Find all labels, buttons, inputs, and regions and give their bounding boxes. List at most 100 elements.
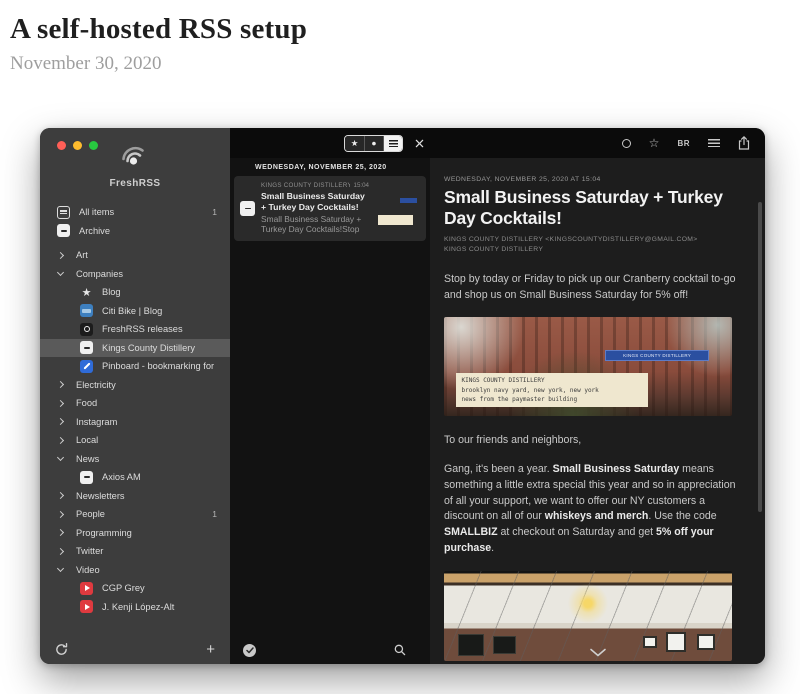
sidebar-item-label: All items: [79, 207, 203, 217]
chevron-right-icon: [57, 548, 64, 555]
feed-favicon: [80, 341, 93, 354]
window-controls: [57, 141, 98, 150]
share-button[interactable]: [738, 136, 750, 150]
chevron-right-icon: [57, 529, 64, 536]
page-date: November 30, 2020: [10, 53, 790, 75]
archive-icon: [57, 224, 70, 237]
sidebar-category-label: People: [76, 509, 203, 519]
freshrss-logo-icon: [118, 141, 152, 175]
sidebar-category-label: Programming: [76, 528, 217, 538]
building-sign: KINGS COUNTY DISTILLERY: [605, 350, 709, 362]
reader-view-button[interactable]: BR: [677, 139, 690, 148]
search-icon[interactable]: [394, 644, 406, 656]
zoom-traffic-light[interactable]: [89, 141, 98, 150]
sidebar-category-label: Electricity: [76, 380, 217, 390]
sidebar-bottom-bar: +: [40, 634, 230, 664]
sidebar-item-all-items[interactable]: All items 1: [40, 203, 230, 222]
caption-line: KINGS COUNTY DISTILLERY: [462, 376, 643, 385]
list-date-header: WEDNESDAY, NOVEMBER 25, 2020: [230, 158, 430, 176]
sidebar-category-label: Video: [76, 565, 217, 575]
top-toolbar: ★ ● ☆ BR: [230, 128, 765, 158]
close-filter-button[interactable]: [415, 139, 424, 148]
sidebar: FreshRSS All items 1 Archive Art: [40, 128, 230, 664]
sidebar-feed-kenji-lopez-alt[interactable]: J. Kenji López-Alt: [40, 598, 230, 617]
filter-controls: ★ ●: [230, 135, 430, 152]
sidebar-feed-kings-county-distillery[interactable]: Kings County Distillery: [40, 339, 230, 358]
add-subscription-button[interactable]: +: [206, 642, 215, 657]
sidebar-feed-axios-am[interactable]: Axios AM: [40, 468, 230, 487]
item-feed-name: KINGS COUNTY DISTILLERY: [261, 182, 350, 189]
sidebar-feed-pinboard[interactable]: Pinboard - bookmarking for introverts: [40, 357, 230, 376]
content-area: ★ ● ☆ BR: [230, 128, 765, 664]
item-title: Small Business Saturday + Turkey Day Coc…: [261, 191, 369, 213]
sidebar-feed-label: FreshRSS releases: [102, 324, 217, 334]
distillery-building-image[interactable]: KINGS COUNTY DISTILLERY KINGS COUNTY DIS…: [444, 317, 732, 416]
sidebar-category-label: Newsletters: [76, 491, 217, 501]
mark-all-read-button[interactable]: [243, 644, 256, 657]
sidebar-category-newsletters[interactable]: Newsletters: [40, 487, 230, 506]
minimize-traffic-light[interactable]: [73, 141, 82, 150]
sidebar-category-people[interactable]: People 1: [40, 505, 230, 524]
chevron-right-icon: [57, 511, 64, 518]
sidebar-category-label: Food: [76, 398, 217, 408]
unread-count: 1: [212, 509, 217, 519]
sidebar-category-art[interactable]: Art: [40, 246, 230, 265]
unread-filter-button[interactable]: ●: [364, 136, 383, 151]
next-article-chevron-button[interactable]: [589, 648, 607, 657]
starred-filter-button[interactable]: ★: [345, 136, 364, 151]
article-title: Small Business Saturday + Turkey Day Coc…: [444, 187, 750, 230]
sidebar-category-programming[interactable]: Programming: [40, 524, 230, 543]
chevron-right-icon: [57, 381, 64, 388]
text-segment: . Use the code: [648, 510, 716, 522]
sidebar-feed-blog[interactable]: ★ Blog: [40, 283, 230, 302]
sidebar-category-twitter[interactable]: Twitter: [40, 542, 230, 561]
item-time: 15:04: [354, 182, 369, 189]
app-name: FreshRSS: [110, 178, 161, 189]
sidebar-category-news[interactable]: News: [40, 450, 230, 469]
caption-line: brooklyn navy yard, new york, new york: [462, 386, 643, 395]
sidebar-feed-label: Blog: [102, 287, 217, 297]
scrollbar-thumb[interactable]: [758, 202, 762, 512]
sidebar-feed-label: Citi Bike | Blog: [102, 306, 217, 316]
sidebar-category-label: Art: [76, 250, 217, 260]
sidebar-category-food[interactable]: Food: [40, 394, 230, 413]
list-lines-icon: [389, 140, 398, 147]
sidebar-feed-label: Axios AM: [102, 472, 217, 482]
text-options-button[interactable]: [708, 139, 720, 147]
chevron-down-icon: [57, 565, 64, 572]
chevron-down-icon: [57, 454, 64, 461]
freshrss-window: FreshRSS All items 1 Archive Art: [40, 128, 765, 664]
sidebar-feed-cgp-grey[interactable]: CGP Grey: [40, 579, 230, 598]
app-logo: FreshRSS: [40, 128, 230, 189]
pinboard-favicon: [80, 360, 93, 373]
image-caption: KINGS COUNTY DISTILLERY brooklyn navy ya…: [456, 373, 649, 407]
youtube-icon: [80, 582, 93, 595]
refresh-button[interactable]: [55, 643, 68, 656]
close-traffic-light[interactable]: [57, 141, 66, 150]
feed-favicon: [240, 201, 255, 216]
sidebar-category-label: News: [76, 454, 217, 464]
item-thumbnail: [375, 182, 420, 235]
feed-favicon: [80, 471, 93, 484]
sidebar-category-local[interactable]: Local: [40, 431, 230, 450]
sidebar-category-label: Twitter: [76, 546, 217, 556]
sidebar-item-archive[interactable]: Archive: [40, 222, 230, 241]
blog-page: A self-hosted RSS setup November 30, 202…: [0, 13, 800, 75]
star-article-button[interactable]: ☆: [649, 137, 660, 149]
all-filter-button[interactable]: [383, 136, 402, 151]
sidebar-category-companies[interactable]: Companies: [40, 265, 230, 284]
article-list-item[interactable]: KINGS COUNTY DISTILLERY 15:04 Small Busi…: [234, 176, 426, 241]
sidebar-category-instagram[interactable]: Instagram: [40, 413, 230, 432]
sidebar-feed-label: Pinboard - bookmarking for introverts: [102, 361, 217, 371]
sidebar-feed-citi-bike[interactable]: Citi Bike | Blog: [40, 302, 230, 321]
sidebar-item-label: Archive: [79, 226, 217, 236]
article-date: WEDNESDAY, NOVEMBER 25, 2020 AT 15:04: [444, 176, 750, 183]
sidebar-category-electricity[interactable]: Electricity: [40, 376, 230, 395]
sidebar-feed-freshrss-releases[interactable]: FreshRSS releases: [40, 320, 230, 339]
text-segment: at checkout on Saturday and get: [498, 526, 656, 538]
page-title: A self-hosted RSS setup: [10, 13, 790, 46]
text-segment: Gang, it's been a year.: [444, 463, 553, 475]
sidebar-category-video[interactable]: Video: [40, 561, 230, 580]
chevron-right-icon: [57, 418, 64, 425]
mark-unread-button[interactable]: [622, 139, 631, 148]
